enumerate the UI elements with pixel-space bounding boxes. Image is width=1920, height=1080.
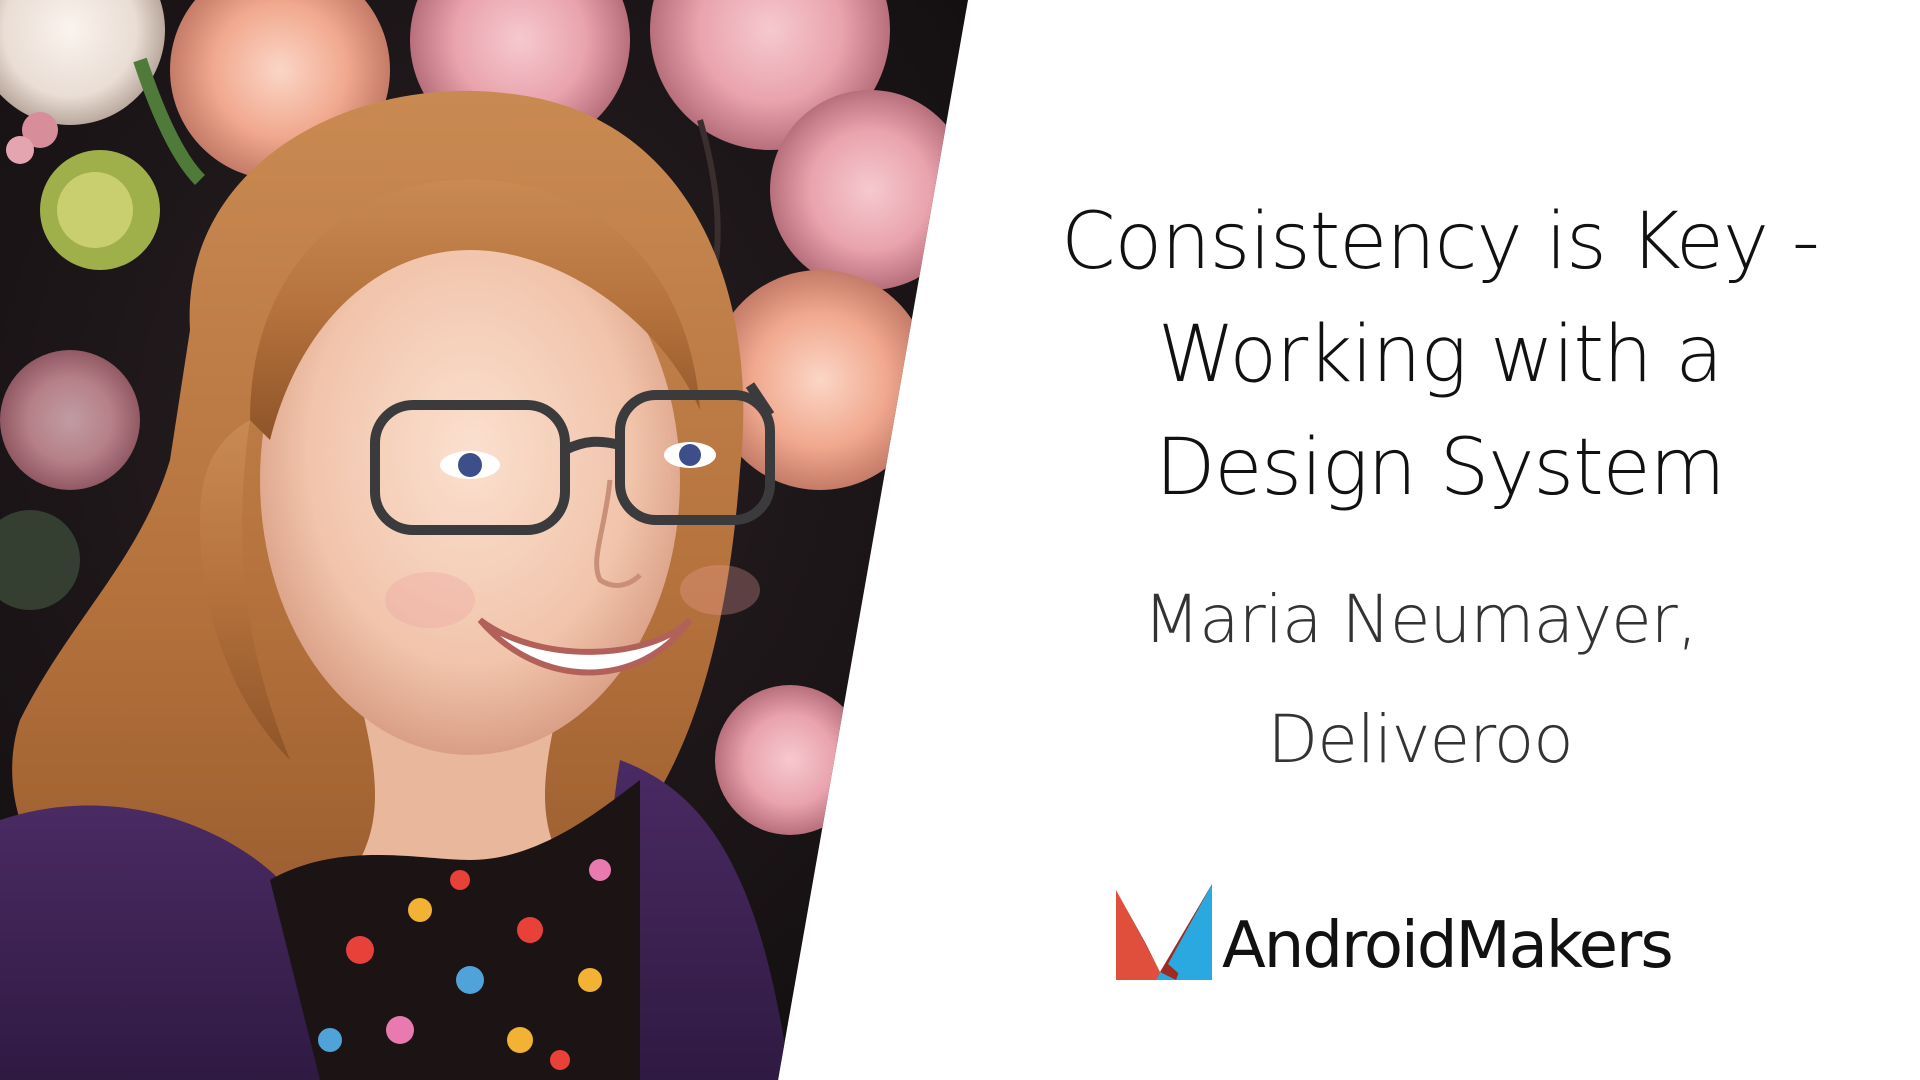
speaker-name: Maria Neumayer,: [1143, 581, 1698, 658]
talk-title: Consistency is Key - Working with a Desi…: [1010, 186, 1870, 525]
android-makers-logo: AndroidMakers: [1116, 880, 1674, 983]
speaker-info: Maria Neumayer, Deliveroo: [1010, 560, 1830, 800]
android-makers-logo-text: AndroidMakers: [1222, 909, 1674, 983]
speaker-company: Deliveroo: [1267, 701, 1573, 778]
talk-title-line-1: Consistency is Key -: [1061, 197, 1820, 287]
android-makers-logo-icon: [1116, 884, 1212, 980]
talk-title-line-3: Design System: [1155, 423, 1725, 513]
slide: Consistency is Key - Working with a Desi…: [0, 0, 1920, 1080]
talk-title-line-2: Working with a: [1157, 310, 1723, 400]
